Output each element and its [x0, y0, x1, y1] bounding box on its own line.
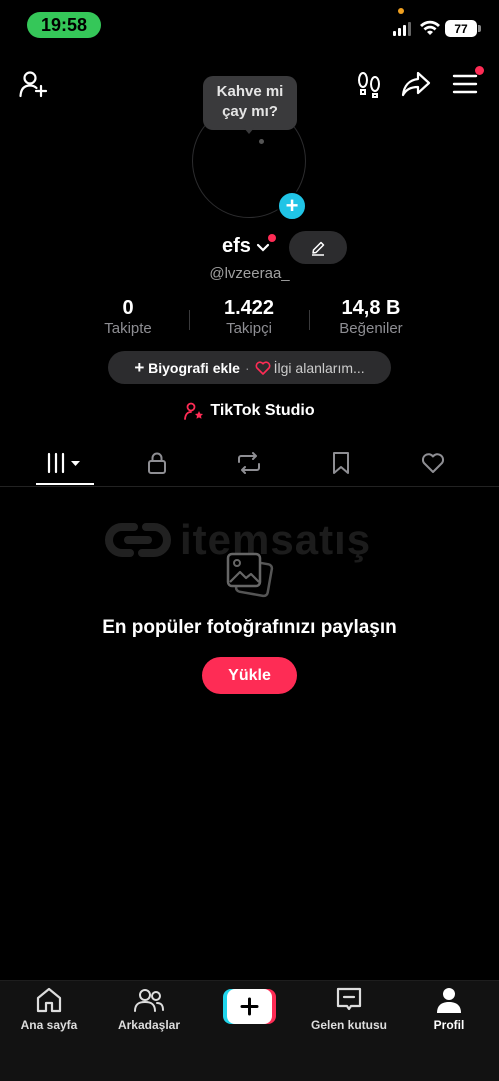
nav-friends-label: Arkadaşlar: [117, 1018, 181, 1032]
repost-icon: [238, 452, 260, 474]
add-photo-button[interactable]: +: [277, 191, 307, 221]
signal-icon: [393, 22, 411, 36]
tab-liked[interactable]: [403, 448, 463, 478]
lock-icon: [148, 452, 166, 474]
home-icon: [36, 987, 62, 1013]
stat-followers[interactable]: 1.422 Takipçi: [199, 297, 299, 337]
stat-followers-label: Takipçi: [226, 320, 272, 337]
tab-videos[interactable]: [35, 448, 95, 478]
nav-home-label: Ana sayfa: [20, 1018, 78, 1032]
heart-icon: [255, 360, 271, 375]
mic-indicator: [398, 8, 404, 14]
stat-following[interactable]: 0 Takipte: [78, 297, 178, 337]
bookmark-icon: [333, 452, 349, 474]
profile-name-text: efs: [222, 235, 251, 257]
profile-icon: [437, 988, 461, 1013]
nav-home[interactable]: Ana sayfa: [4, 986, 94, 1032]
tiktok-studio-label: TikTok Studio: [210, 402, 315, 419]
nav-inbox-label: Gelen kutusu: [310, 1018, 387, 1032]
battery-tip: [478, 25, 481, 32]
add-friend-icon[interactable]: [19, 70, 49, 98]
battery-indicator: 77: [445, 20, 477, 37]
add-bio-button[interactable]: + Biyografi ekle: [134, 358, 240, 378]
stat-likes-value: 14,8 B: [341, 297, 401, 319]
add-bio-label: Biyografi ekle: [148, 359, 240, 376]
nav-profile-label: Profil: [433, 1018, 465, 1032]
stat-likes[interactable]: 14,8 B Beğeniler: [321, 297, 421, 337]
bio-pill[interactable]: + Biyografi ekle · İlgi alanlarım...: [108, 351, 391, 384]
tiktok-studio-link[interactable]: TikTok Studio: [0, 402, 499, 420]
avatar-note-bubble[interactable]: Kahve mi çay mı?: [203, 76, 297, 130]
nav-profile[interactable]: Profil: [404, 986, 494, 1032]
nav-friends[interactable]: Arkadaşlar: [104, 986, 194, 1032]
grid-videos-icon: [47, 452, 80, 474]
active-tab-indicator: [36, 483, 94, 485]
stat-followers-value: 1.422: [223, 297, 275, 319]
profile-handle: @lvzeeraa_: [209, 265, 290, 282]
status-time: 19:58: [27, 12, 101, 38]
stat-following-label: Takipte: [104, 320, 152, 337]
plus-icon: +: [134, 357, 145, 377]
heart-outline-icon: [421, 453, 445, 473]
create-post-button[interactable]: [223, 989, 276, 1024]
bio-separator: ·: [244, 359, 250, 376]
empty-state-title: En popüler fotoğrafınızı paylaşın: [102, 617, 397, 638]
inbox-icon: [336, 987, 362, 1011]
pencil-icon: [312, 241, 325, 256]
stat-divider: [189, 310, 190, 330]
upload-button[interactable]: Yükle: [202, 657, 297, 694]
share-icon[interactable]: [401, 71, 431, 97]
profile-name[interactable]: efs: [222, 235, 251, 258]
account-notification-dot: [268, 234, 276, 242]
interests-button[interactable]: İlgi alanlarım...: [255, 360, 365, 376]
creator-star-icon: [184, 402, 204, 420]
footprints-icon[interactable]: [356, 70, 382, 98]
tab-private[interactable]: [127, 448, 187, 478]
tab-saved[interactable]: [311, 448, 371, 478]
stat-divider: [309, 310, 310, 330]
photos-icon: [226, 552, 274, 598]
stat-likes-label: Beğeniler: [339, 320, 403, 337]
chevron-down-icon[interactable]: [256, 243, 270, 253]
nav-inbox[interactable]: Gelen kutusu: [304, 986, 394, 1032]
watermark-logo-icon: [105, 523, 171, 557]
tab-reposts[interactable]: [219, 448, 279, 478]
wifi-icon: [420, 20, 440, 35]
menu-notification-dot: [475, 66, 484, 75]
bubble-dot: [259, 139, 264, 144]
stat-following-value: 0: [122, 297, 134, 319]
friends-icon: [134, 989, 164, 1012]
tabs-divider: [0, 486, 499, 487]
interests-label: İlgi alanlarım...: [273, 359, 365, 376]
menu-icon[interactable]: [452, 73, 478, 95]
edit-profile-button[interactable]: [289, 231, 347, 264]
